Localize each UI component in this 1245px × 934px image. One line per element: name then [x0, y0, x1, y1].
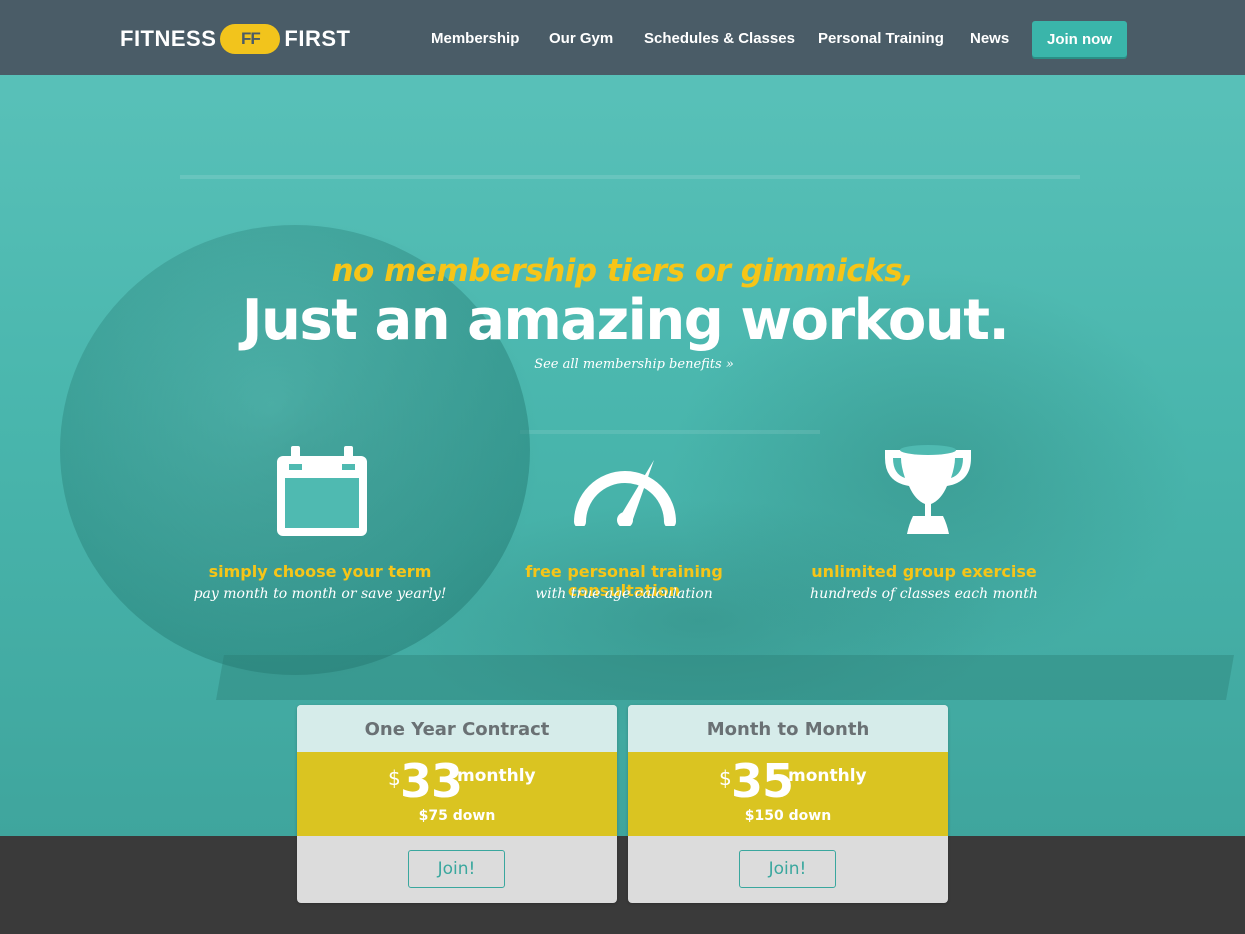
price-amount: 35 — [731, 754, 794, 808]
plan-card-one-year: One Year Contract $ 33 monthly $75 down … — [297, 705, 617, 903]
hero-tagline: no membership tiers or gimmicks, — [331, 253, 914, 289]
join-now-button[interactable]: Join now — [1032, 21, 1127, 57]
price-period: monthly — [788, 766, 867, 786]
plan-name: One Year Contract — [297, 705, 617, 752]
logo-text-left: FITNESS — [120, 26, 217, 51]
plan-name: Month to Month — [628, 705, 948, 752]
exercise-mat-image — [216, 655, 1234, 700]
nav-schedules-classes[interactable]: Schedules & Classes — [644, 30, 795, 47]
plan-price-band: $ 33 monthly $75 down — [297, 752, 617, 836]
feature-title: unlimited group exercise — [811, 562, 1037, 581]
price-down-payment: $75 down — [418, 808, 496, 824]
feature-title: simply choose your term — [208, 562, 432, 581]
nav-personal-training[interactable]: Personal Training — [818, 30, 944, 47]
price-amount: 33 — [400, 754, 463, 808]
top-navbar: FITNESS FF FIRST Membership Our Gym Sche… — [0, 0, 1245, 75]
background-shelf — [520, 430, 820, 434]
plan-price-band: $ 35 monthly $150 down — [628, 752, 948, 836]
brand-logo[interactable]: FITNESS FF FIRST — [120, 22, 350, 56]
calendar-icon — [277, 446, 367, 536]
logo-badge-icon: FF — [220, 24, 281, 54]
nav-membership[interactable]: Membership — [431, 30, 519, 47]
price-currency: $ — [388, 766, 401, 790]
membership-benefits-link[interactable]: See all membership benefits » — [0, 357, 1245, 372]
feature-subtitle: hundreds of classes each month — [810, 586, 1038, 602]
hero-headline: Just an amazing workout. — [241, 288, 1010, 353]
join-button[interactable]: Join! — [408, 850, 505, 888]
speedometer-icon — [574, 460, 676, 526]
hero-section: no membership tiers or gimmicks, Just an… — [0, 0, 1245, 836]
logo-text-right: FIRST — [284, 26, 351, 51]
plan-card-month-to-month: Month to Month $ 35 monthly $150 down Jo… — [628, 705, 948, 903]
background-shelf — [180, 175, 1080, 179]
trophy-icon — [885, 445, 971, 534]
join-button[interactable]: Join! — [739, 850, 836, 888]
feature-subtitle: pay month to month or save yearly! — [193, 586, 447, 602]
nav-news[interactable]: News — [970, 30, 1009, 47]
price-currency: $ — [719, 766, 732, 790]
nav-our-gym[interactable]: Our Gym — [549, 30, 613, 47]
price-down-payment: $150 down — [744, 808, 832, 824]
price-period: monthly — [457, 766, 536, 786]
feature-subtitle: with true age calculation — [535, 586, 713, 602]
